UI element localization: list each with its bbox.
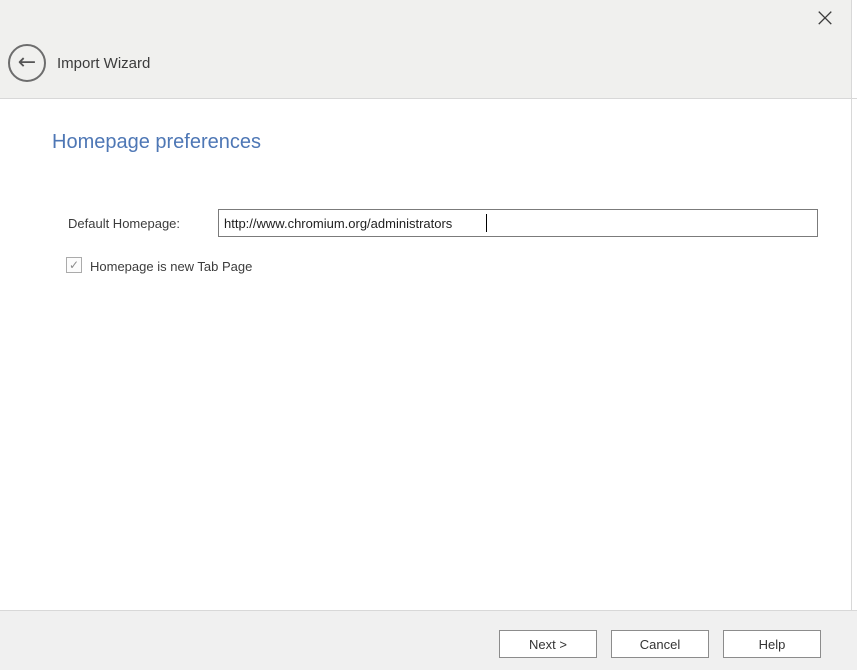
- page-title: Homepage preferences: [52, 131, 261, 154]
- help-button[interactable]: Help: [723, 630, 821, 658]
- default-homepage-input[interactable]: [218, 209, 818, 237]
- cancel-button[interactable]: Cancel: [611, 630, 709, 658]
- check-icon: ✓: [67, 258, 81, 272]
- wizard-title: Import Wizard: [57, 44, 150, 82]
- text-caret: [486, 214, 487, 232]
- back-arrow-icon: ←: [18, 50, 36, 75]
- next-button[interactable]: Next >: [499, 630, 597, 658]
- window-right-border: [851, 0, 852, 610]
- header-divider: [0, 98, 857, 99]
- back-button[interactable]: ←: [8, 44, 46, 82]
- close-icon: ×: [814, 3, 836, 33]
- homepage-newtab-label: Homepage is new Tab Page: [90, 259, 252, 274]
- import-wizard-dialog: × ← Import Wizard Homepage preferences D…: [0, 0, 857, 670]
- close-button[interactable]: ×: [806, 2, 844, 34]
- homepage-newtab-checkbox[interactable]: ✓: [66, 257, 82, 273]
- default-homepage-label: Default Homepage:: [68, 216, 180, 231]
